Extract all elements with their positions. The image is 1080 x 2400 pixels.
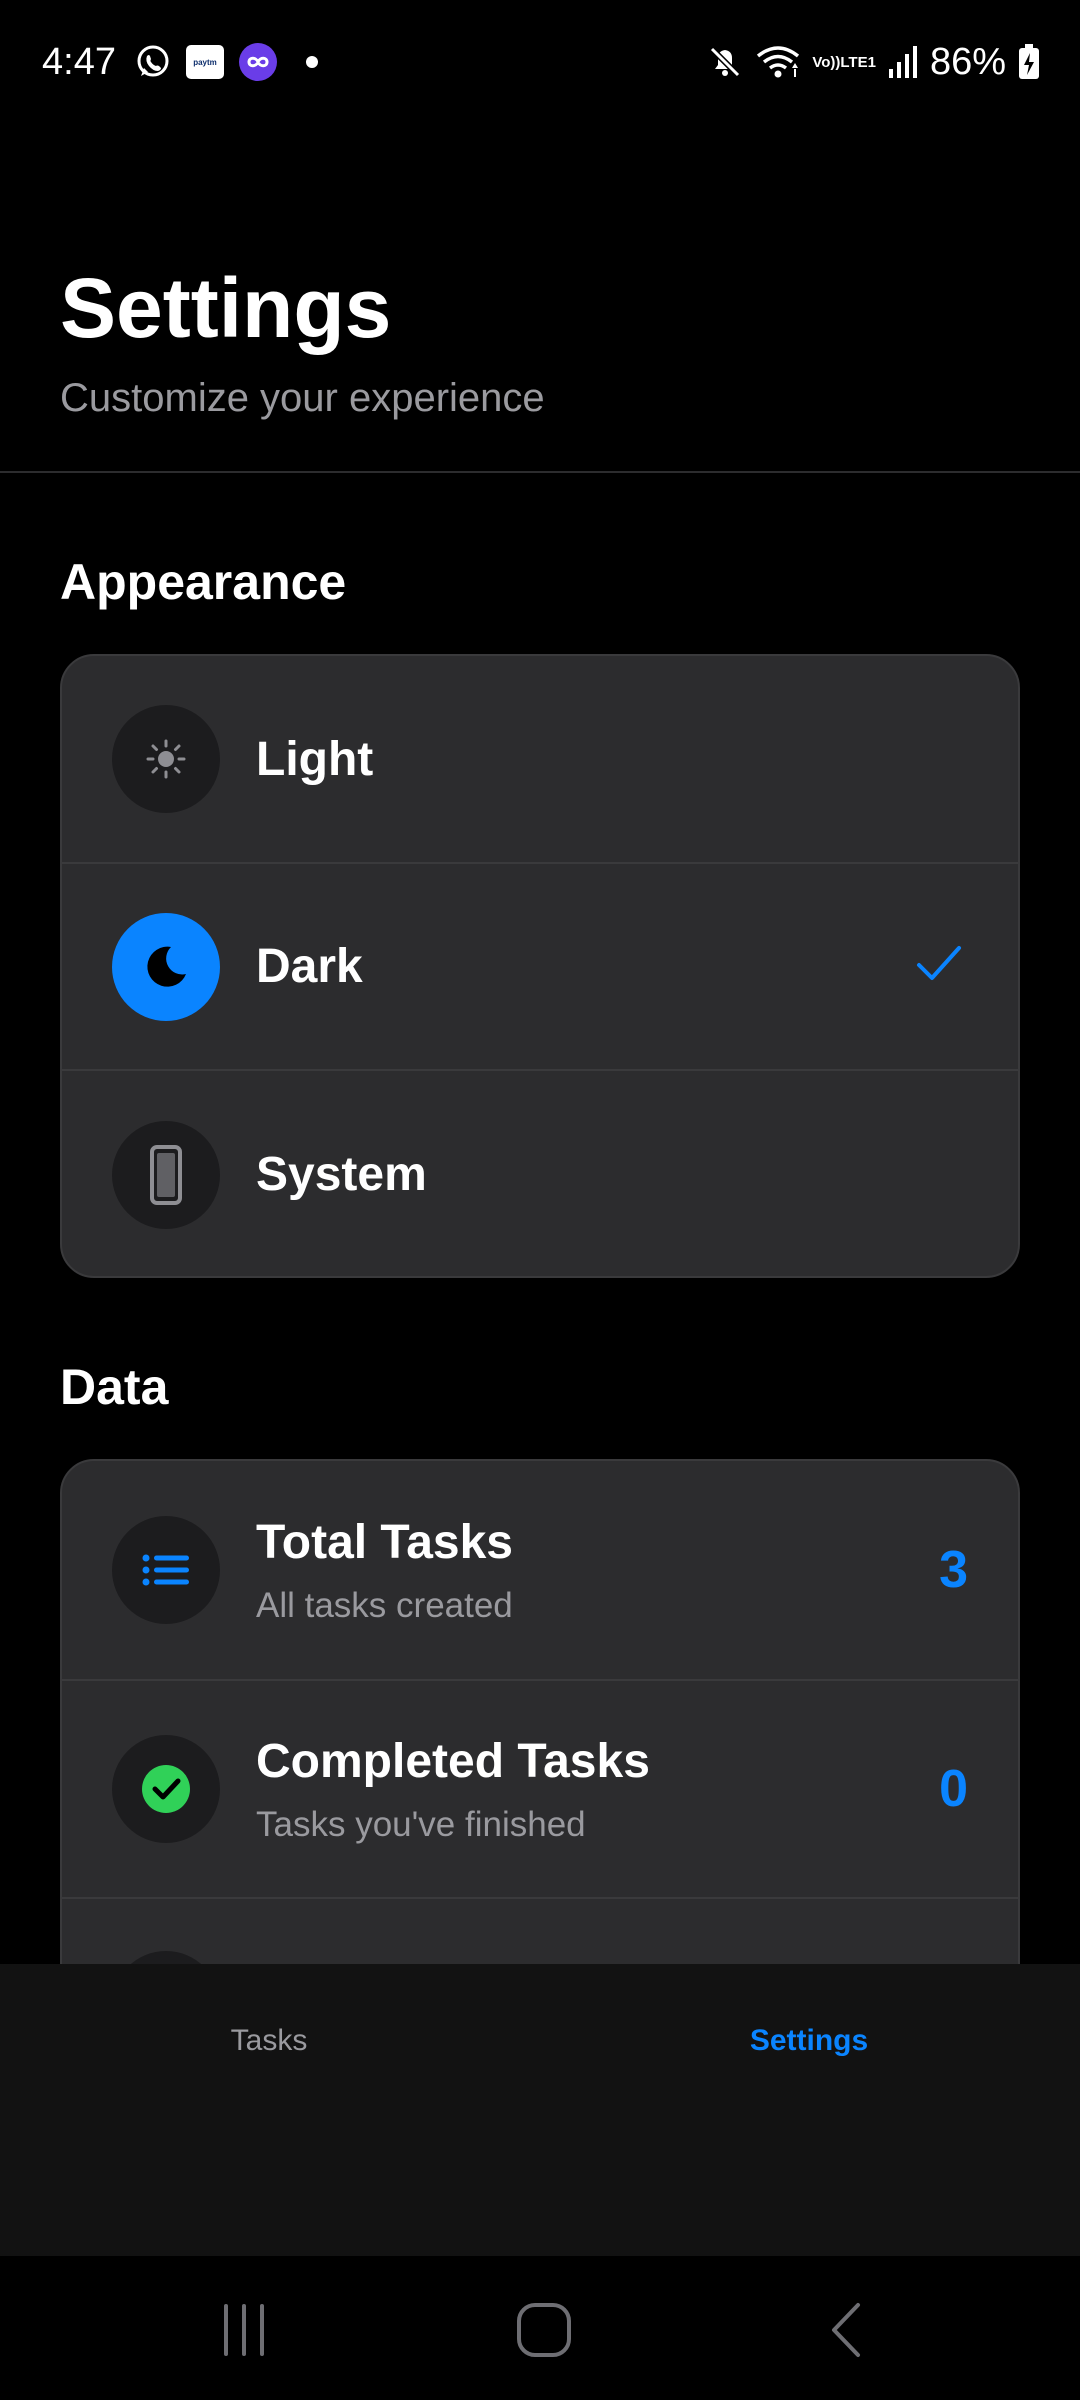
battery-percentage: 86%	[929, 40, 1006, 83]
theme-option-label: Light	[256, 732, 374, 786]
completed-tasks-title: Completed Tasks	[256, 1734, 650, 1788]
status-bar: 4:47 paytm Vo)) LTE1 86%	[0, 0, 1080, 124]
appearance-card: Light Dark System	[60, 654, 1020, 1278]
appearance-section-title: Appearance	[60, 554, 347, 610]
home-icon[interactable]	[504, 2300, 584, 2360]
total-tasks-title: Total Tasks	[256, 1515, 513, 1569]
system-navigation-bar	[0, 2256, 1080, 2400]
total-tasks-texts: Total Tasks All tasks created	[256, 1515, 513, 1626]
status-left: 4:47 paytm	[42, 36, 318, 88]
whatsapp-icon	[134, 43, 172, 81]
theme-option-label: System	[256, 1148, 427, 1201]
paytm-label: paytm	[193, 57, 217, 67]
theme-option-system[interactable]: System	[62, 1071, 1018, 1276]
volte-indicator: Vo)) LTE1	[812, 55, 876, 70]
bottom-tab-bar: Tasks Settings	[0, 1964, 1080, 2256]
completed-tasks-row: Completed Tasks Tasks you've finished 0	[62, 1681, 1018, 1899]
total-tasks-row: Total Tasks All tasks created 3	[62, 1461, 1018, 1681]
settings-screen: 4:47 paytm Vo)) LTE1 86% Settings Custom…	[0, 0, 1080, 2400]
paytm-icon: paytm	[185, 45, 224, 79]
theme-option-dark[interactable]: Dark	[62, 864, 1018, 1071]
completed-tasks-texts: Completed Tasks Tasks you've finished	[256, 1734, 650, 1845]
status-right: Vo)) LTE1 86%	[706, 36, 1040, 88]
data-section-title: Data	[60, 1359, 169, 1415]
back-icon[interactable]	[806, 2300, 886, 2360]
mute-icon	[706, 43, 744, 81]
completed-tasks-subtitle: Tasks you've finished	[256, 1804, 586, 1844]
list-icon	[112, 1516, 220, 1624]
volte-bottom-label: LTE1	[840, 53, 876, 71]
status-time: 4:47	[42, 40, 116, 83]
check-circle-icon	[112, 1735, 220, 1843]
theme-option-label: Dark	[256, 940, 363, 993]
wifi-icon	[756, 44, 800, 80]
tab-settings[interactable]: Settings	[609, 2024, 1009, 2058]
phone-icon	[112, 1120, 220, 1229]
notification-dot	[305, 56, 318, 68]
checkmark-icon	[916, 944, 962, 989]
header-divider	[0, 471, 1080, 473]
moon-icon	[112, 912, 220, 1021]
signal-icon	[888, 45, 918, 79]
battery-charging-icon	[1018, 44, 1040, 80]
recent-apps-icon[interactable]	[204, 2300, 284, 2360]
sun-icon	[112, 705, 220, 813]
volte-top-label: Vo))	[812, 53, 841, 71]
page-header: Settings Customize your experience	[60, 258, 545, 421]
page-title: Settings	[60, 261, 392, 355]
total-tasks-count: 3	[939, 1541, 968, 1599]
tab-tasks[interactable]: Tasks	[69, 2024, 469, 2058]
total-tasks-subtitle: All tasks created	[256, 1585, 513, 1625]
page-subtitle: Customize your experience	[60, 376, 545, 420]
completed-tasks-count: 0	[939, 1760, 968, 1818]
infinity-app-icon	[238, 42, 278, 82]
theme-option-light[interactable]: Light	[62, 656, 1018, 864]
